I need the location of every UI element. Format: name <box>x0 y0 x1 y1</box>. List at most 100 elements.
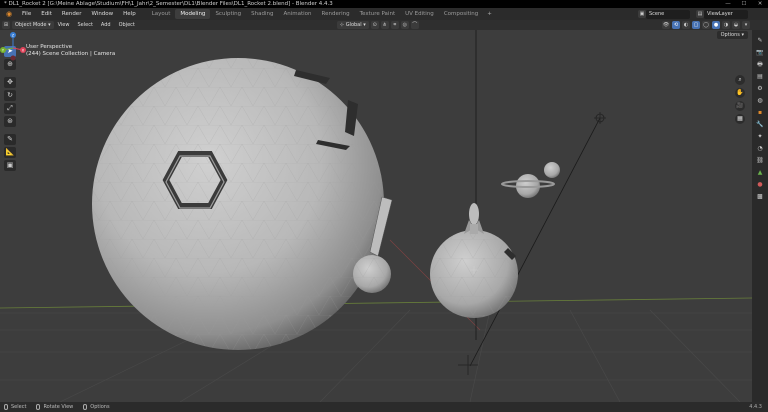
perspective-toggle-icon[interactable]: ▦ <box>735 114 745 124</box>
mouse-middle-icon <box>36 404 41 410</box>
scene-selector[interactable]: Scene <box>646 9 690 19</box>
tab-uv-editing[interactable]: UV Editing <box>400 9 439 19</box>
viewport-header: ⊞ Object Mode ▾ View Select Add Object ⊹… <box>0 20 768 30</box>
output-properties-icon[interactable]: 🖶 <box>755 60 765 69</box>
ringed-planet <box>501 174 555 198</box>
tab-compositing[interactable]: Compositing <box>439 9 483 19</box>
view-layer-properties-icon[interactable]: ▤ <box>755 72 765 81</box>
object-properties-icon[interactable]: ▪ <box>755 108 765 117</box>
scene-canvas[interactable] <box>0 30 752 402</box>
navigation-gizmo[interactable]: Z X Y <box>0 30 26 62</box>
version-label: 4.4.3 <box>749 404 762 410</box>
texture-properties-icon[interactable]: ▩ <box>755 192 765 201</box>
distant-planet <box>544 162 560 178</box>
status-options: Options <box>83 404 110 410</box>
view-layer-icon[interactable]: ▤ <box>696 10 704 18</box>
menu-edit[interactable]: Edit <box>36 8 57 20</box>
home-planet <box>430 230 518 318</box>
snap-target-icon[interactable]: ⌗ <box>390 21 399 29</box>
minimize-button[interactable]: — <box>720 0 736 8</box>
transform-tool-icon[interactable]: ⊛ <box>4 116 16 127</box>
overlay-icon[interactable]: ◐ <box>682 21 690 29</box>
camera-view-icon[interactable]: 🎥 <box>735 101 745 111</box>
pan-hand-icon[interactable]: ✋ <box>735 88 745 98</box>
status-select-label: Select <box>11 404 27 410</box>
physics-properties-icon[interactable]: ◔ <box>755 144 765 153</box>
editor-type-icon[interactable]: ⊞ <box>2 21 10 29</box>
proportional-edit-icon[interactable]: ◎ <box>400 21 409 29</box>
constraints-properties-icon[interactable]: ⛓ <box>755 156 765 165</box>
options-button[interactable]: Options ▾ <box>716 31 748 39</box>
tab-texture-paint[interactable]: Texture Paint <box>355 9 401 19</box>
add-workspace-button[interactable]: + <box>483 11 496 17</box>
shading-rendered-icon[interactable]: ◒ <box>732 21 740 29</box>
menu-object[interactable]: Object <box>115 20 139 30</box>
data-properties-icon[interactable]: ▲ <box>755 168 765 177</box>
render-properties-icon[interactable]: 📷 <box>755 48 765 57</box>
small-moon <box>353 255 391 293</box>
status-rotate: Rotate View <box>36 404 73 410</box>
mode-selector[interactable]: Object Mode ▾ <box>12 21 54 29</box>
scene-properties-icon[interactable]: ⚙ <box>755 84 765 93</box>
particles-properties-icon[interactable]: ✦ <box>755 132 765 141</box>
world-properties-icon[interactable]: ◍ <box>755 96 765 105</box>
visibility-icon[interactable]: 👁 <box>662 21 670 29</box>
shading-options-icon[interactable]: ▾ <box>742 21 750 29</box>
status-rotate-label: Rotate View <box>43 404 74 410</box>
top-bar: ◉ File Edit Render Window Help Layout Mo… <box>0 8 768 20</box>
gizmo-toggle-icon[interactable]: ⟲ <box>672 21 680 29</box>
tab-sculpting[interactable]: Sculpting <box>210 9 246 19</box>
menu-view[interactable]: View <box>54 20 74 30</box>
viewport-info: User Perspective (244) Scene Collection … <box>26 44 115 58</box>
window-title: * DL1_Rocket 2 [G:\Meine Ablage\Studium\… <box>4 1 333 7</box>
x-axis-line <box>0 297 752 309</box>
scale-tool-icon[interactable]: ⤢ <box>4 103 16 114</box>
scene-icon[interactable]: ▣ <box>638 10 646 18</box>
status-options-label: Options <box>90 404 110 410</box>
rotate-tool-icon[interactable]: ↻ <box>4 90 16 101</box>
mode-label: Object Mode <box>15 22 47 28</box>
status-select: Select <box>4 404 26 410</box>
shading-material-icon[interactable]: ◑ <box>722 21 730 29</box>
zoom-icon[interactable]: ⌕ <box>735 75 745 85</box>
shading-solid-icon[interactable]: ● <box>712 21 720 29</box>
orientation-label: Global <box>345 22 362 28</box>
xray-icon[interactable]: ▢ <box>692 21 700 29</box>
view-layer-selector[interactable]: ViewLayer <box>704 9 748 19</box>
measure-tool-icon[interactable]: 📐 <box>4 147 16 158</box>
properties-tabs: ✎ 📷 🖶 ▤ ⚙ ◍ ▪ 🔧 ✦ ◔ ⛓ ▲ ● ▩ <box>752 30 768 402</box>
menu-add[interactable]: Add <box>97 20 115 30</box>
menu-select[interactable]: Select <box>73 20 96 30</box>
tab-animation[interactable]: Animation <box>278 9 316 19</box>
large-planet <box>92 58 393 350</box>
3d-viewport[interactable]: User Perspective (244) Scene Collection … <box>0 30 752 402</box>
tab-layout[interactable]: Layout <box>147 9 176 19</box>
tool-properties-icon[interactable]: ✎ <box>755 36 765 45</box>
shading-wireframe-icon[interactable]: ◯ <box>702 21 710 29</box>
menu-window[interactable]: Window <box>86 8 118 20</box>
menu-render[interactable]: Render <box>57 8 87 20</box>
falloff-icon[interactable]: ⌒ <box>410 21 419 29</box>
menu-file[interactable]: File <box>17 8 36 20</box>
modifier-properties-icon[interactable]: 🔧 <box>755 120 765 129</box>
rocket <box>464 203 484 234</box>
tab-rendering[interactable]: Rendering <box>317 9 355 19</box>
pivot-icon[interactable]: ⊙ <box>370 21 379 29</box>
tab-shading[interactable]: Shading <box>246 9 278 19</box>
material-properties-icon[interactable]: ● <box>755 180 765 189</box>
menu-help[interactable]: Help <box>118 8 141 20</box>
add-cube-tool-icon[interactable]: ▣ <box>4 160 16 171</box>
status-bar: Select Rotate View Options 4.4.3 <box>0 402 768 412</box>
move-tool-icon[interactable]: ✥ <box>4 77 16 88</box>
blender-logo-icon[interactable]: ◉ <box>4 10 14 18</box>
perspective-label: User Perspective <box>26 44 73 50</box>
orientation-selector[interactable]: ⊹ Global ▾ <box>336 21 369 29</box>
tab-modeling[interactable]: Modeling <box>175 9 211 19</box>
window-titlebar: * DL1_Rocket 2 [G:\Meine Ablage\Studium\… <box>0 0 768 8</box>
close-button[interactable]: ✕ <box>752 0 768 8</box>
maximize-button[interactable]: ☐ <box>736 0 752 8</box>
gizmo-neg-z-handle <box>10 55 16 61</box>
annotate-tool-icon[interactable]: ✎ <box>4 134 16 145</box>
snap-icon[interactable]: ⋔ <box>380 21 389 29</box>
window-controls: — ☐ ✕ <box>720 0 768 8</box>
